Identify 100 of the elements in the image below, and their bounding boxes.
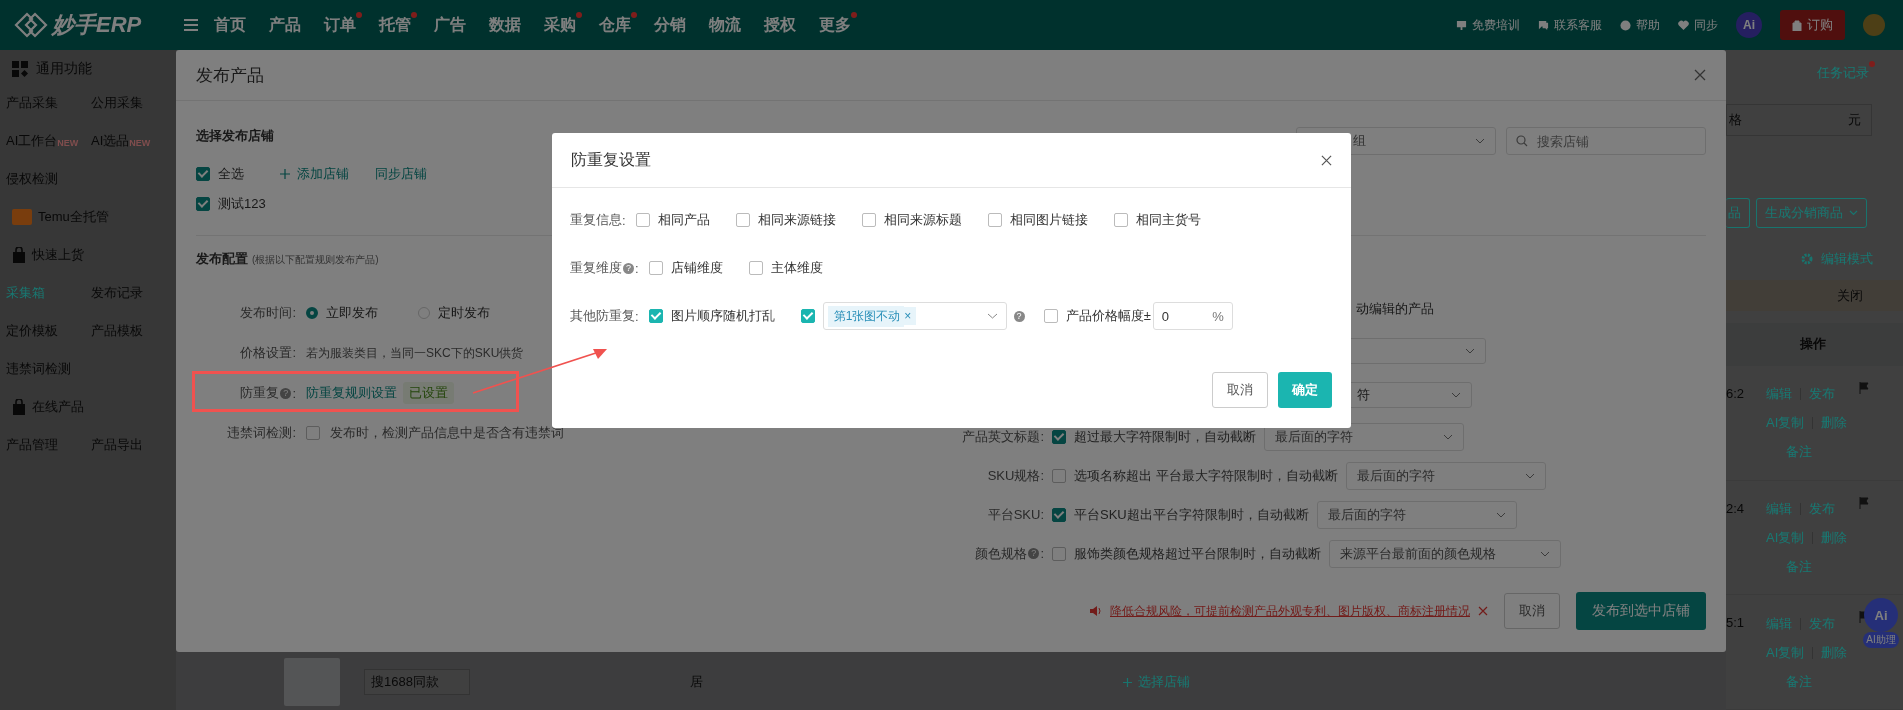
checkbox[interactable] — [748, 261, 763, 275]
checkbox[interactable] — [196, 167, 210, 181]
checkbox[interactable] — [800, 309, 815, 323]
checkbox-label: 全选 — [218, 165, 244, 183]
menu-icon[interactable] — [184, 19, 198, 31]
logo-text[interactable]: 妙手ERP — [52, 10, 142, 40]
notification-dot — [851, 12, 857, 18]
radio-button[interactable] — [306, 307, 318, 319]
caret-icon — [1524, 472, 1535, 479]
nav-item[interactable]: 数据 — [489, 15, 521, 35]
help-icon — [1620, 19, 1631, 31]
caret-icon — [1465, 348, 1475, 354]
checkbox[interactable] — [1052, 429, 1066, 444]
table-cell-text: 6:2 — [1726, 384, 1746, 403]
multi-select-field[interactable]: 第1张图不动 × — [822, 302, 1007, 330]
checkbox[interactable] — [861, 213, 876, 227]
nav-item[interactable]: 物流 — [709, 15, 741, 35]
select-field[interactable]: 来源平台最前面的颜色规格 — [1329, 539, 1561, 568]
field-label: 其他防重复 — [570, 307, 635, 325]
sync-store-link[interactable]: 同步店铺 — [375, 165, 427, 183]
checkbox-label: 主体维度 — [770, 259, 823, 277]
sidebar-item[interactable]: 采集箱 — [6, 284, 45, 302]
order-button[interactable]: 订购 — [1780, 10, 1845, 40]
store-search-field[interactable]: 搜索店铺 — [1506, 127, 1706, 155]
help-icon[interactable]: ? — [623, 262, 634, 274]
flag-icon[interactable] — [1859, 381, 1869, 394]
radio-label: 立即发布 — [326, 304, 378, 322]
checkbox-label: 相同图片链接 — [1009, 211, 1088, 229]
nav-item[interactable]: 产品 — [269, 15, 301, 35]
gear-icon — [1801, 253, 1813, 265]
grid-icon — [12, 61, 28, 77]
shopping-bag-icon — [12, 247, 26, 263]
checkbox-label: 相同来源标题 — [883, 211, 962, 229]
caret-icon — [1495, 511, 1506, 518]
notification-dot — [356, 12, 362, 18]
toolbar-link[interactable]: 免费培训 — [1456, 16, 1520, 34]
nav-item[interactable]: 分销 — [654, 15, 686, 35]
dedup-rules-link[interactable]: 防重复规则设置 — [306, 384, 397, 402]
ai-badge[interactable]: Ai — [1736, 12, 1762, 38]
help-icon[interactable]: ? — [1028, 548, 1040, 559]
toolbar-link[interactable]: 联系客服 — [1538, 16, 1602, 34]
checkbox[interactable] — [306, 426, 320, 440]
selected-tag: 第1张图不动 — [827, 305, 905, 327]
price-range-field[interactable]: 0 % — [1152, 302, 1233, 330]
label-colon: : — [1040, 429, 1044, 444]
new-label: NEW — [129, 138, 151, 148]
nav-item[interactable]: 广告 — [434, 15, 466, 35]
confirm-button[interactable]: 确定 — [1278, 372, 1332, 408]
checkbox[interactable] — [987, 213, 1002, 227]
section-title: 选择发布店铺 — [196, 127, 274, 145]
field-label: 防重复 — [240, 384, 280, 402]
checkbox[interactable] — [1052, 468, 1066, 483]
nav-item[interactable]: 授权 — [764, 15, 796, 35]
nav-item[interactable]: 更多 — [819, 15, 851, 35]
nav-item[interactable]: 首页 — [214, 15, 246, 35]
checkbox[interactable] — [735, 213, 750, 227]
checkbox[interactable] — [1043, 309, 1058, 323]
flag-icon[interactable] — [1859, 496, 1869, 509]
heart-icon — [1678, 19, 1689, 31]
help-icon[interactable]: ? — [1013, 310, 1025, 322]
new-label: NEW — [57, 138, 79, 148]
section-title: 发布配置 — [196, 250, 248, 268]
checkbox[interactable] — [648, 261, 663, 275]
checkbox[interactable] — [635, 213, 650, 227]
nav-item[interactable]: 托管 — [379, 15, 411, 35]
close-icon[interactable] — [1478, 606, 1488, 616]
checkbox[interactable] — [1113, 213, 1128, 227]
checkbox-label: 选项名称超出 平台最大字符限制时，自动截断 — [1074, 466, 1338, 485]
toolbar-link[interactable]: 帮助 — [1620, 16, 1660, 34]
checkbox-label: 店铺维度 — [670, 259, 723, 277]
select-field[interactable]: 最后面的字符 — [1345, 461, 1546, 490]
avatar-icon[interactable] — [1863, 14, 1885, 36]
field-label: 产品英文标题 — [962, 427, 1041, 446]
close-icon[interactable] — [1694, 69, 1706, 81]
field-label: 重复维度 — [570, 259, 622, 277]
cancel-button[interactable]: 取消 — [1212, 372, 1268, 408]
field-label: 重复信息 — [570, 211, 622, 229]
checkbox[interactable] — [1052, 507, 1066, 522]
nav-item[interactable]: 仓库 — [599, 15, 631, 35]
field-label: 价格设置: — [239, 344, 296, 362]
caret-icon — [986, 313, 998, 319]
presentation-board-icon — [1456, 19, 1467, 31]
table-cell-text: 2:4 — [1726, 499, 1746, 518]
publish-button[interactable]: 发布到选中店铺 — [1576, 592, 1706, 630]
checkbox[interactable] — [648, 309, 663, 323]
caret-icon — [1540, 550, 1550, 557]
checkbox[interactable] — [196, 197, 210, 211]
select-field[interactable]: 最后面的字符 — [1316, 500, 1517, 529]
checkbox[interactable] — [1052, 546, 1066, 561]
add-store-link[interactable]: 添加店铺 — [297, 165, 349, 183]
compliance-warning-link[interactable]: 降低合规风险，可提前检测产品外观专利、图片版权、商标注册情况 — [1110, 602, 1470, 620]
toolbar-link[interactable]: 同步 — [1678, 16, 1718, 34]
speaker-icon — [1089, 605, 1102, 617]
help-icon[interactable]: ? — [280, 387, 292, 399]
photo-placeholder — [284, 658, 340, 706]
close-icon[interactable] — [1321, 154, 1332, 166]
nav-item[interactable]: 采购 — [544, 15, 576, 35]
nav-item[interactable]: 订单 — [324, 15, 356, 35]
cancel-button[interactable]: 取消 — [1504, 593, 1560, 629]
tag-remove-button[interactable]: × — [904, 307, 917, 325]
